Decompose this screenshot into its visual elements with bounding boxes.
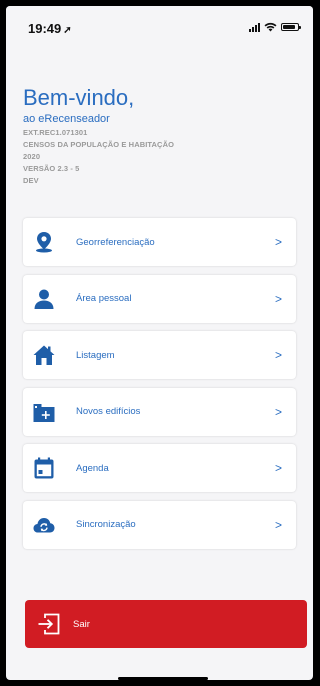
meta-version: VERSÃO 2.3 - 5: [23, 164, 80, 173]
status-time-text: 19:49: [28, 21, 62, 36]
chevron-right-icon: >: [274, 461, 282, 475]
app-screen: 19:49 ➚ Bem-vindo, ao eRecenseador EXT.RE…: [6, 6, 313, 680]
meta-environment: DEV: [23, 176, 39, 185]
meta-user-code: EXT.REC1.071301: [23, 128, 88, 137]
app-meta: EXT.REC1.071301 CENSOS DA POPULAÇÃO E HA…: [23, 127, 174, 187]
welcome-header: Bem-vindo, ao eRecenseador EXT.REC1.0713…: [23, 86, 174, 187]
menu-item-listagem[interactable]: Listagem >: [23, 331, 296, 379]
add-building-icon: [33, 403, 55, 422]
chevron-right-icon: >: [274, 348, 282, 362]
house-icon: [33, 345, 55, 365]
menu-item-label: Listagem: [76, 349, 115, 361]
cloud-sync-icon: [33, 517, 55, 532]
battery-icon: [281, 23, 301, 31]
wifi-icon: [264, 22, 277, 32]
menu-item-sincronizacao[interactable]: Sincronização >: [23, 500, 296, 549]
calendar-icon: [34, 457, 54, 479]
main-menu: Georreferenciação > Área pessoal > Lista…: [23, 218, 296, 557]
location-arrow-icon: ➚: [63, 25, 72, 36]
menu-item-area-pessoal[interactable]: Área pessoal >: [23, 274, 296, 323]
menu-item-agenda[interactable]: Agenda >: [23, 444, 296, 492]
logout-label: Sair: [73, 618, 90, 630]
welcome-title: Bem-vindo,: [23, 85, 135, 110]
signal-icon: [249, 22, 260, 32]
menu-item-novos-edificios[interactable]: Novos edifícios >: [23, 387, 296, 436]
location-pin-icon: [36, 232, 52, 253]
meta-year: 2020: [23, 152, 41, 161]
menu-item-label: Novos edifícios: [76, 406, 141, 417]
person-icon: [34, 289, 54, 309]
exit-icon: [38, 613, 60, 635]
chevron-right-icon: >: [274, 517, 282, 532]
status-bar: 19:49 ➚: [6, 6, 313, 54]
menu-item-label: Sincronização: [76, 519, 136, 530]
menu-item-label: Georreferenciação: [76, 236, 155, 248]
menu-item-label: Agenda: [76, 462, 109, 474]
chevron-right-icon: >: [274, 404, 282, 419]
home-indicator[interactable]: [118, 677, 208, 680]
menu-item-label: Área pessoal: [76, 293, 132, 304]
logout-button[interactable]: Sair: [25, 600, 307, 648]
status-icons: [249, 22, 301, 32]
menu-item-georreferenciacao[interactable]: Georreferenciação >: [23, 218, 296, 266]
chevron-right-icon: >: [274, 291, 282, 306]
welcome-subtitle: ao eRecenseador: [23, 113, 110, 125]
chevron-right-icon: >: [274, 235, 282, 249]
status-time: 19:49 ➚: [28, 21, 72, 36]
meta-census-name: CENSOS DA POPULAÇÃO E HABITAÇÃO: [23, 140, 175, 149]
